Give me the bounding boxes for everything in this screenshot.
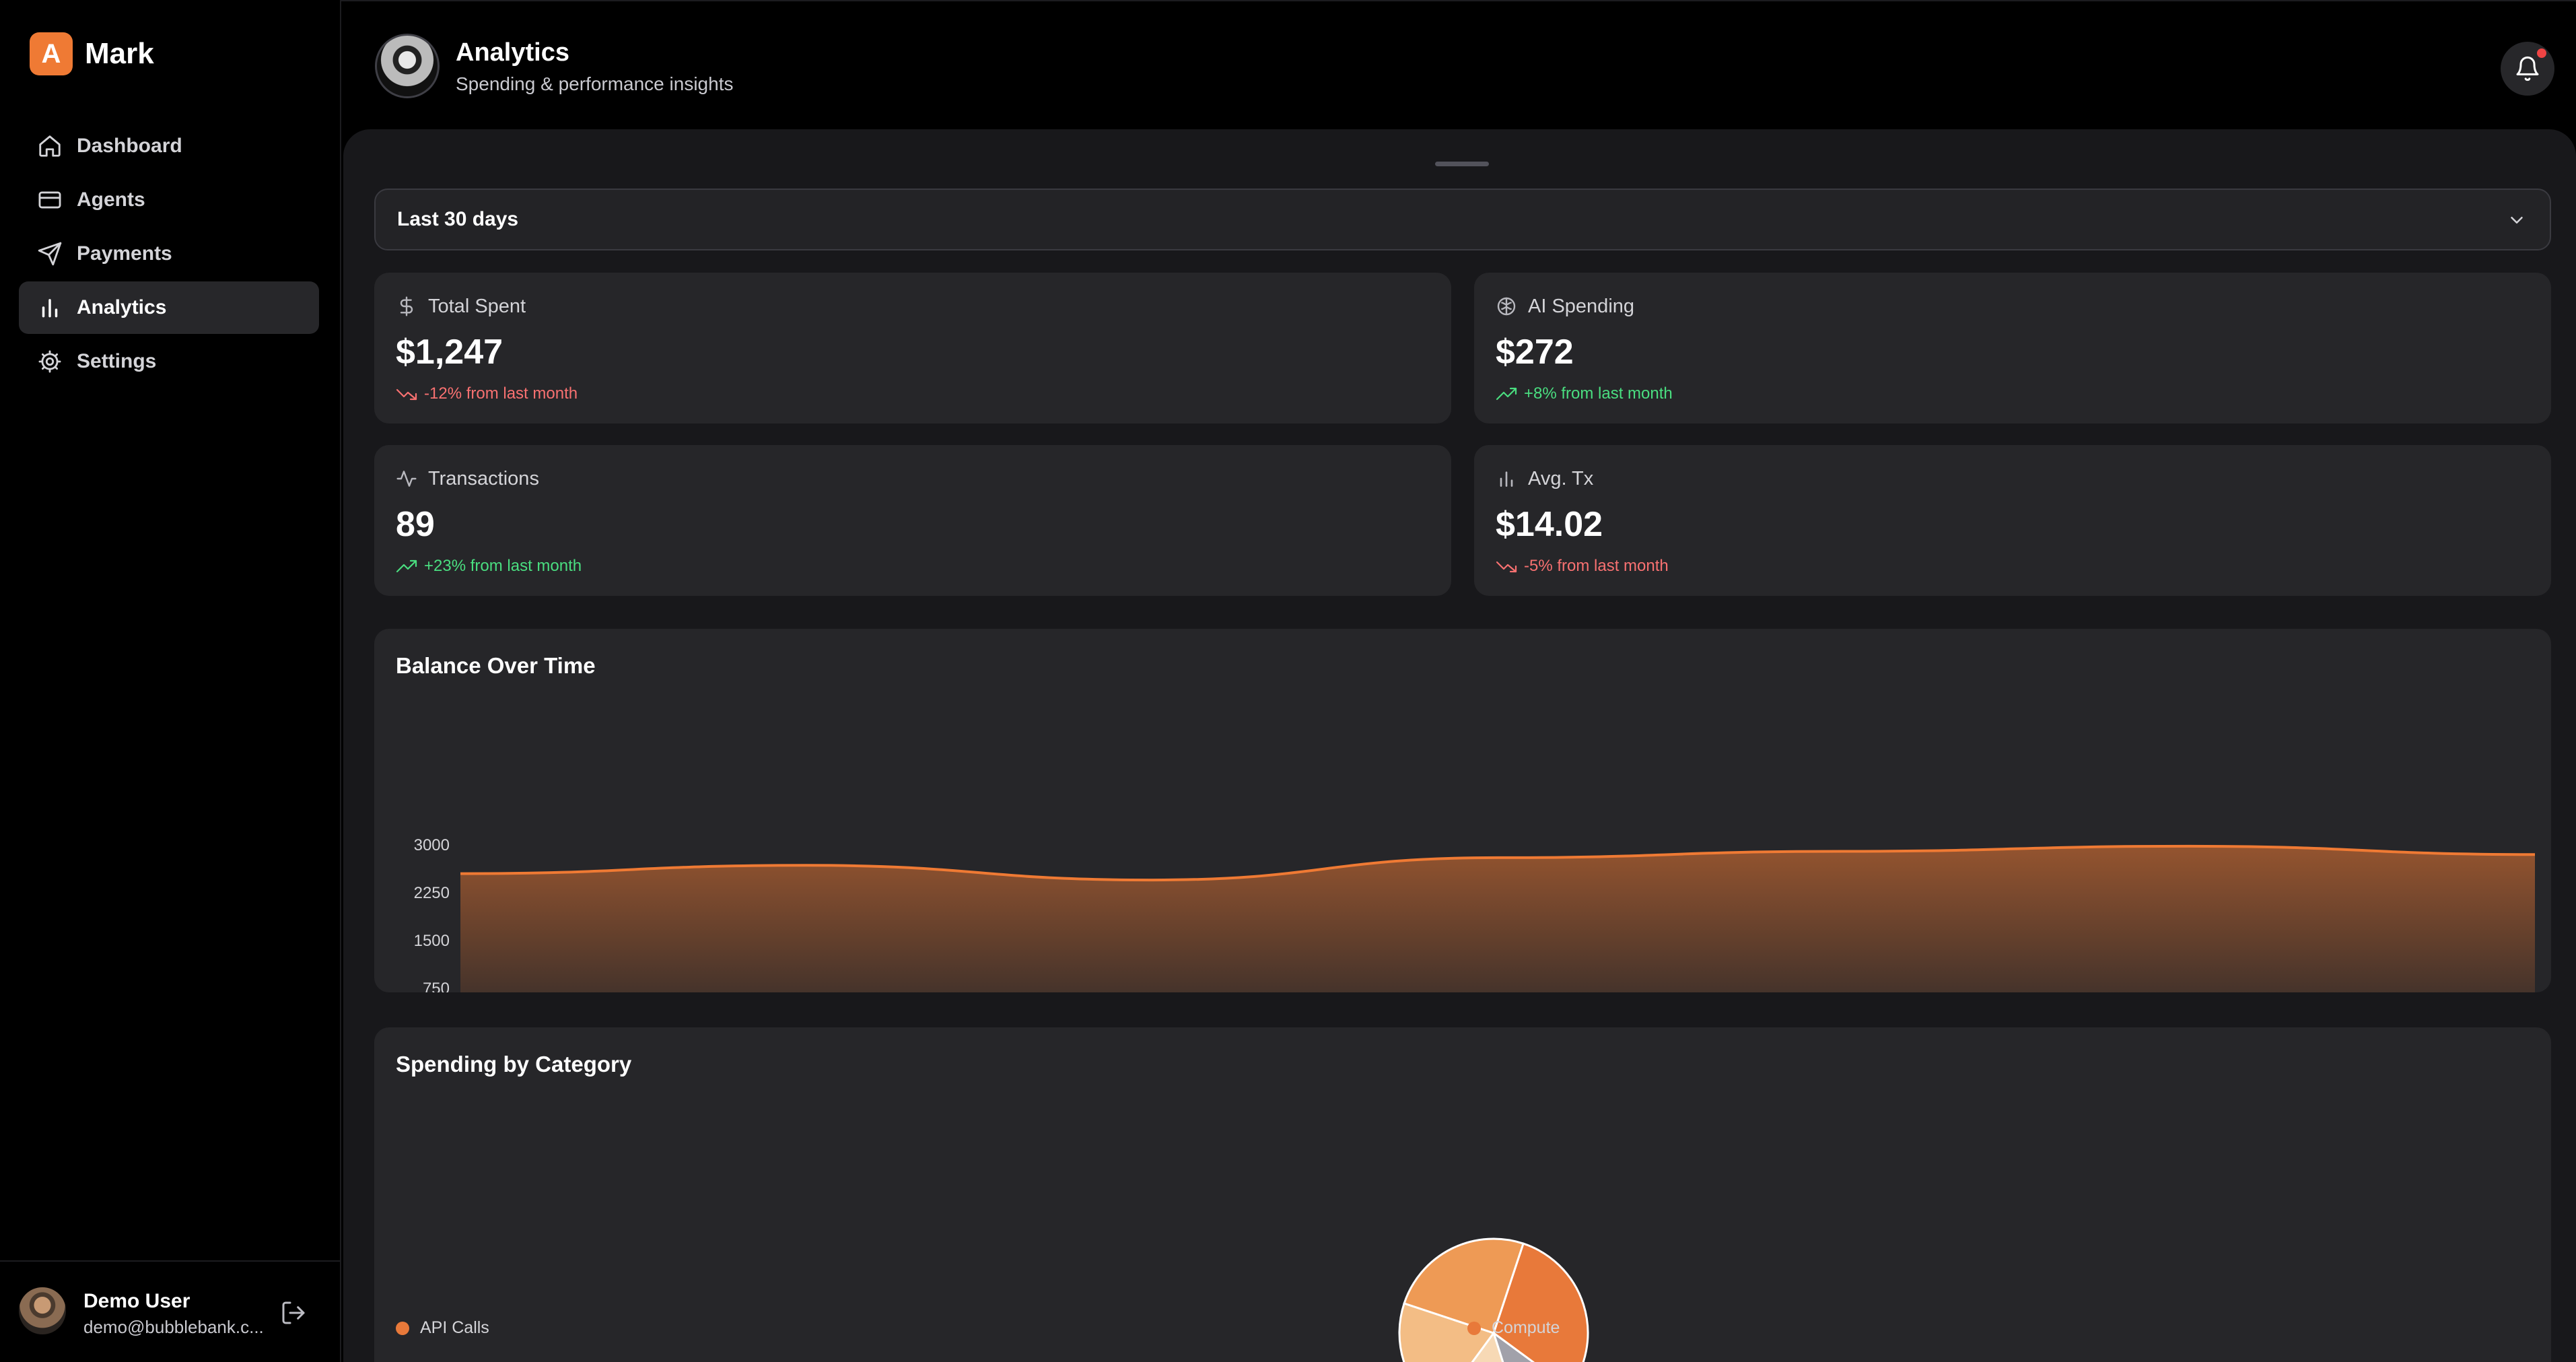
- sidebar-item-agents[interactable]: Agents: [19, 174, 319, 226]
- balance-area: [460, 846, 2535, 992]
- stat-value: $14.02: [1496, 505, 1603, 544]
- stat-label: Total Spent: [428, 296, 526, 317]
- brand-name: Mark: [85, 37, 154, 70]
- bar-chart-icon: [1500, 471, 1513, 487]
- sidebar-item-payments[interactable]: Payments: [19, 228, 319, 280]
- legend-item: API Calls: [396, 1318, 489, 1338]
- date-range-value: Last 30 days: [397, 208, 519, 230]
- stat-label: Avg. Tx: [1528, 468, 1594, 489]
- stat-label: Transactions: [428, 468, 539, 489]
- y-tick-label: 3000: [414, 836, 450, 854]
- date-range-select[interactable]: Last 30 days: [374, 189, 2551, 250]
- stat-trend-text: -12% from last month: [424, 384, 578, 403]
- gear-icon: [36, 348, 63, 375]
- sidebar-item-dashboard[interactable]: Dashboard: [19, 120, 319, 172]
- stat-trend: -12% from last month: [396, 384, 578, 403]
- sidebar-item-label: Analytics: [77, 296, 167, 318]
- category-pie-chart: [1398, 1237, 1589, 1362]
- legend-swatch: [1467, 1321, 1481, 1335]
- brain-icon: [1497, 297, 1516, 316]
- send-icon: [36, 240, 63, 267]
- sidebar-item-label: Agents: [77, 189, 145, 211]
- stat-value: $1,247: [396, 333, 503, 372]
- notifications-button[interactable]: [2501, 42, 2554, 96]
- notification-dot: [2537, 48, 2546, 58]
- balance-chart: 0750150022503000Jan 1Jan 8Jan 15Jan 22Ja…: [414, 836, 2536, 992]
- category-chart-title: Spending by Category: [396, 1052, 632, 1077]
- stat-card-avg-tx: Avg. Tx $14.02 -5% from last month: [1474, 445, 2551, 596]
- sidebar-nav: Dashboard Agents Payments Analytics Sett…: [19, 120, 319, 389]
- user-name: Demo User: [83, 1290, 190, 1312]
- trend-down-icon: [1496, 561, 1517, 573]
- card-icon: [36, 186, 63, 213]
- balance-chart-card: 0750150022503000Jan 1Jan 8Jan 15Jan 22Ja…: [374, 629, 2551, 992]
- page-subtitle: Spending & performance insights: [456, 73, 734, 94]
- bar-chart-icon: [36, 294, 63, 321]
- y-tick-label: 2250: [414, 884, 450, 902]
- logout-icon[interactable]: [280, 1299, 307, 1326]
- activity-icon: [396, 471, 417, 487]
- legend-label: Compute: [1492, 1318, 1560, 1337]
- trend-up-icon: [1496, 387, 1517, 401]
- balance-chart-title: Balance Over Time: [396, 653, 596, 678]
- stat-trend: -5% from last month: [1496, 557, 1669, 576]
- sidebar-item-label: Payments: [77, 242, 172, 265]
- chevron-down-icon: [2511, 217, 2523, 224]
- stat-value: $272: [1496, 333, 1574, 372]
- stat-trend: +8% from last month: [1496, 384, 1673, 403]
- brand-logo: A: [30, 32, 73, 75]
- trend-up-icon: [396, 559, 417, 573]
- sidebar-item-analytics[interactable]: Analytics: [19, 281, 319, 334]
- sidebar-item-label: Dashboard: [77, 135, 182, 157]
- drag-handle[interactable]: [1435, 162, 1489, 166]
- legend-swatch: [396, 1321, 409, 1335]
- page-header: Analytics Spending & performance insight…: [341, 0, 2576, 129]
- stat-trend-text: +8% from last month: [1524, 384, 1673, 403]
- main-panel: Last 30 days Total Spent $1,247 -12% fro…: [343, 129, 2576, 1362]
- sidebar-item-label: Settings: [77, 350, 157, 372]
- header-avatar[interactable]: [375, 34, 440, 98]
- legend-label: API Calls: [420, 1318, 489, 1337]
- trend-down-icon: [396, 388, 417, 401]
- avatar[interactable]: [19, 1287, 66, 1334]
- stat-trend-text: +23% from last month: [424, 557, 582, 575]
- sidebar-item-settings[interactable]: Settings: [19, 335, 319, 388]
- legend-item: Compute: [1467, 1318, 1560, 1338]
- bell-icon: [2516, 56, 2539, 81]
- stat-card-ai-spending: AI Spending $272 +8% from last month: [1474, 273, 2551, 423]
- stat-label: AI Spending: [1528, 296, 1635, 317]
- user-panel: Demo User demo@bubblebank.c...: [0, 1260, 341, 1362]
- y-tick-label: 750: [423, 980, 450, 992]
- stat-card-total-spent: Total Spent $1,247 -12% from last month: [374, 273, 1451, 423]
- brand[interactable]: A Mark: [30, 32, 154, 75]
- stat-card-transactions: Transactions 89 +23% from last month: [374, 445, 1451, 596]
- stat-trend-text: -5% from last month: [1524, 557, 1669, 575]
- user-email: demo@bubblebank.c...: [83, 1317, 264, 1337]
- category-chart-card: Spending by Category API Calls Compute: [374, 1027, 2551, 1362]
- stat-value: 89: [396, 505, 435, 544]
- dollar-icon: [400, 296, 413, 316]
- stat-trend: +23% from last month: [396, 557, 582, 576]
- page-title: Analytics: [456, 38, 569, 67]
- app-root: A Mark Dashboard Agents Payments Analyti…: [0, 0, 2576, 1362]
- y-tick-label: 1500: [414, 932, 450, 950]
- home-icon: [36, 133, 63, 160]
- sidebar: A Mark Dashboard Agents Payments Analyti…: [0, 0, 341, 1362]
